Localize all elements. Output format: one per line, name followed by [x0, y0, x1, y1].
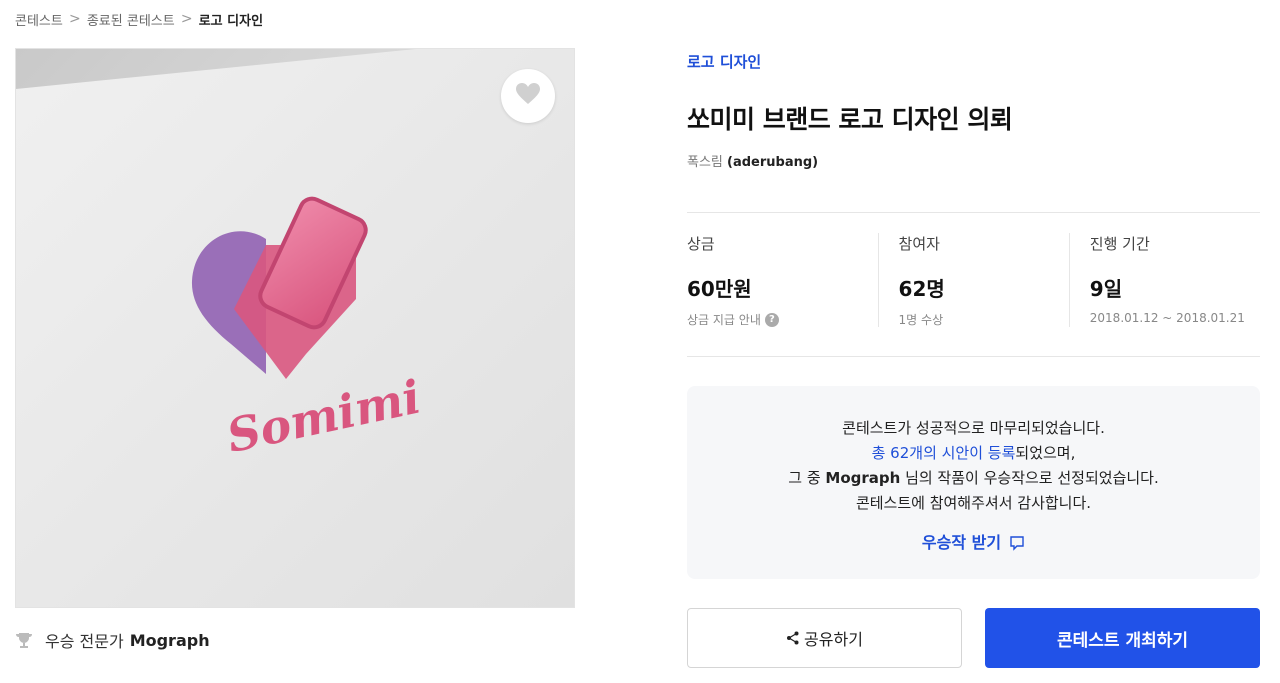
contest-title: 쏘미미 브랜드 로고 디자인 의뢰: [687, 105, 1013, 134]
stat-duration-value: 9일: [1089, 277, 1123, 301]
receive-winning-work-button[interactable]: 우승작 받기: [922, 530, 1025, 555]
chevron-right-icon: >: [68, 11, 81, 27]
author-id: (aderubang): [727, 155, 819, 170]
stat-participants-sub: 1명 수상: [898, 313, 944, 327]
stat-duration-label: 진행 기간: [1089, 235, 1150, 253]
contest-winning-image[interactable]: Somimi: [15, 48, 575, 608]
notice-line-3-pre: 그 중: [788, 469, 826, 487]
trophy-icon: [15, 631, 33, 649]
breadcrumb-item-ended-contest[interactable]: 종료된 콘테스트: [87, 10, 175, 29]
divider: [687, 356, 1260, 357]
winner-name[interactable]: Mograph: [130, 631, 210, 650]
stat-prize-label: 상금: [687, 235, 715, 253]
like-button[interactable]: [501, 69, 555, 123]
contest-category[interactable]: 로고 디자인: [687, 51, 761, 72]
author-name: 폭스림: [687, 155, 723, 170]
notice-line-3-post: 님의 작품이 우승작으로 선정되었습니다.: [900, 469, 1159, 487]
prize-payment-guide-label: 상금 지급 안내: [687, 313, 761, 327]
logo-mockup-image: Somimi: [16, 49, 574, 607]
receive-winning-work-label: 우승작 받기: [921, 533, 1002, 552]
notice-line-2-rest: 되었으며,: [1015, 444, 1076, 462]
stat-participants: 참여자 62명 1명 수상: [877, 233, 1069, 327]
heart-icon: [515, 82, 541, 110]
prize-payment-guide[interactable]: 상금 지급 안내 ?: [687, 311, 878, 328]
winner-label: 우승 전문가: [45, 632, 124, 651]
share-button-label: 공유하기: [804, 630, 863, 649]
notice-line-1: 콘테스트가 성공적으로 마무리되었습니다.: [842, 419, 1105, 437]
share-icon: [786, 631, 800, 645]
stat-participants-label: 참여자: [898, 235, 940, 253]
breadcrumb-item-logo-design[interactable]: 로고 디자인: [199, 10, 263, 29]
submissions-link[interactable]: 총 62개의 시안이 등록: [872, 444, 1016, 462]
stat-duration-dates: 2018.01.12 ~ 2018.01.21: [1089, 311, 1245, 325]
divider: [687, 212, 1260, 213]
breadcrumb-item-contest[interactable]: 콘테스트: [15, 10, 63, 29]
contest-author: 폭스림 (aderubang): [687, 151, 818, 170]
contest-result-notice: 콘테스트가 성공적으로 마무리되었습니다. 총 62개의 시안이 등록되었으며,…: [687, 386, 1260, 579]
breadcrumb: 콘테스트 > 종료된 콘테스트 > 로고 디자인: [15, 10, 263, 29]
contest-stats: 상금 60만원 상금 지급 안내 ? 참여자 62명 1명 수상 진행 기간 9…: [687, 233, 1260, 327]
chevron-right-icon: >: [180, 11, 193, 27]
stat-duration: 진행 기간 9일 2018.01.12 ~ 2018.01.21: [1068, 233, 1260, 327]
help-icon[interactable]: ?: [764, 312, 779, 327]
share-button[interactable]: 공유하기: [687, 608, 962, 668]
notice-winner-name: Mograph: [825, 469, 901, 487]
winner-info: 우승 전문가 Mograph: [15, 628, 210, 652]
chat-bubble-icon: [1009, 535, 1025, 551]
notice-line-2: 총 62개의 시안이 등록되었으며,: [687, 441, 1260, 466]
stat-participants-value: 62명: [898, 277, 945, 301]
stat-prize-value: 60만원: [687, 277, 752, 301]
stat-prize: 상금 60만원 상금 지급 안내 ?: [687, 233, 878, 327]
host-contest-button[interactable]: 콘테스트 개최하기: [985, 608, 1260, 668]
notice-line-4: 콘테스트에 참여해주셔서 감사합니다.: [855, 494, 1092, 512]
notice-line-3: 그 중 Mograph 님의 작품이 우승작으로 선정되었습니다.: [687, 466, 1260, 491]
